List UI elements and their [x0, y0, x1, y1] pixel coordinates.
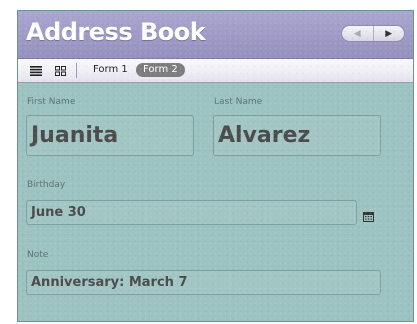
first-name-field[interactable]: Juanita	[26, 115, 194, 156]
previous-record-button[interactable]: ◀	[342, 26, 374, 41]
note-field[interactable]: Anniversary: March 7	[26, 270, 381, 295]
app-title: Address Book	[26, 18, 206, 46]
calendar-icon[interactable]	[363, 207, 374, 222]
grid-view-icon[interactable]	[53, 63, 68, 78]
birthday-label: Birthday	[27, 180, 66, 190]
tab-form-1[interactable]: Form 1	[93, 63, 128, 77]
record-navigation: ◀ ▶	[341, 25, 405, 42]
triangle-left-icon: ◀	[353, 28, 361, 39]
tab-form-2[interactable]: Form 2	[136, 63, 185, 77]
next-record-button[interactable]: ▶	[374, 26, 405, 41]
triangle-right-icon: ▶	[385, 28, 393, 39]
birthday-field[interactable]: June 30	[26, 200, 357, 225]
last-name-field[interactable]: Alvarez	[213, 115, 381, 156]
note-label: Note	[27, 250, 49, 260]
address-book-window: Address Book ◀ ▶ Form 1 Form 2 First Nam…	[17, 10, 414, 322]
first-name-label: First Name	[27, 97, 76, 107]
list-view-icon[interactable]	[28, 63, 43, 78]
last-name-label: Last Name	[214, 97, 263, 107]
view-toolbar: Form 1 Form 2	[18, 59, 413, 83]
title-bar: Address Book ◀ ▶	[18, 11, 413, 59]
toolbar-divider	[76, 63, 77, 78]
